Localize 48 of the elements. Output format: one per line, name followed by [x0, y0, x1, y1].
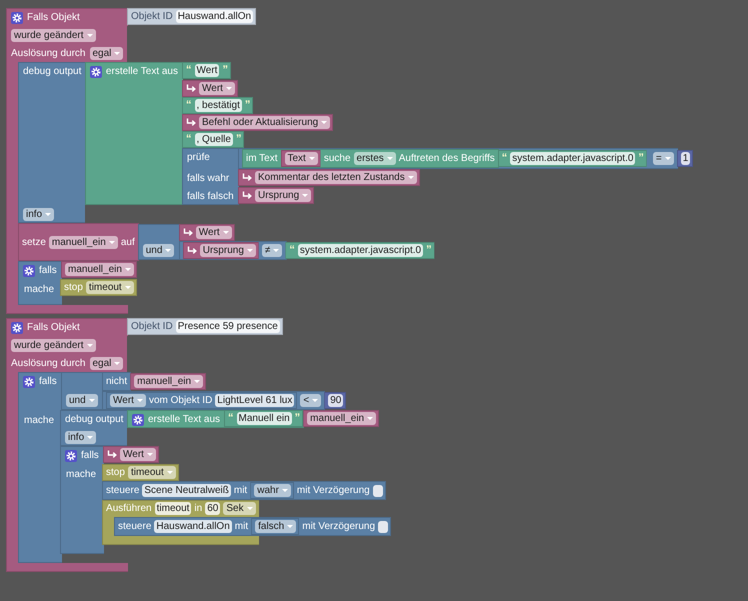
block-label: Ausführen [106, 502, 152, 515]
quote-mark: ” [222, 64, 228, 77]
quote-mark: ” [244, 99, 250, 112]
block-label: Falls Objekt [27, 321, 80, 334]
quote-mark: “ [186, 99, 192, 112]
block-label: stop [106, 466, 125, 479]
block-label: steuere [106, 484, 140, 497]
block-label: Auslösung durch [11, 357, 86, 370]
quote-mark: “ [186, 133, 192, 146]
quote-mark: “ [289, 244, 295, 257]
block-label: Objekt ID [131, 10, 173, 23]
block-label: mit Verzögerung [302, 520, 376, 533]
block-label: mache [24, 283, 54, 296]
quote-mark: “ [502, 152, 508, 165]
block-label: mache [24, 414, 54, 427]
block-label: mit [234, 484, 248, 497]
block-label: in [194, 502, 202, 515]
block-label: steuere [118, 520, 152, 533]
block-label: Auslösung durch [11, 47, 86, 60]
block-label: falls falsch [187, 190, 234, 203]
block-label: im Text [246, 152, 278, 165]
block-label: Falls Objekt [27, 11, 80, 24]
block-label: mit [234, 520, 248, 533]
quote-mark: ” [638, 152, 644, 165]
block-label: suche [324, 152, 351, 165]
quote-mark: “ [186, 64, 192, 77]
block-label: falls wahr [187, 172, 230, 185]
quote-mark: ” [294, 412, 300, 425]
block-label: mache [66, 468, 96, 481]
block-label: falls [39, 264, 57, 277]
quote-mark: ” [236, 133, 242, 146]
block-label: prüfe [187, 151, 210, 164]
block-label: auf [120, 236, 135, 248]
block-label: falls [81, 449, 99, 462]
block-label: stop [64, 281, 83, 294]
block-label: erstelle Text aus [148, 413, 220, 426]
block-label: nicht [106, 375, 128, 388]
quote-mark: “ [228, 412, 234, 425]
block-label: falls [39, 375, 57, 388]
block-label: setze [22, 236, 46, 248]
quote-mark: ” [426, 244, 432, 257]
block-label: mit Verzögerung [296, 484, 370, 497]
block-label: vom Objekt ID [148, 394, 212, 407]
block-label: Objekt ID [131, 320, 173, 333]
block-label: Auftreten des Begriffs [398, 152, 495, 165]
block-label: erstelle Text aus [106, 65, 178, 78]
block-label: debug output [65, 413, 124, 426]
block-label: debug output [23, 65, 82, 78]
